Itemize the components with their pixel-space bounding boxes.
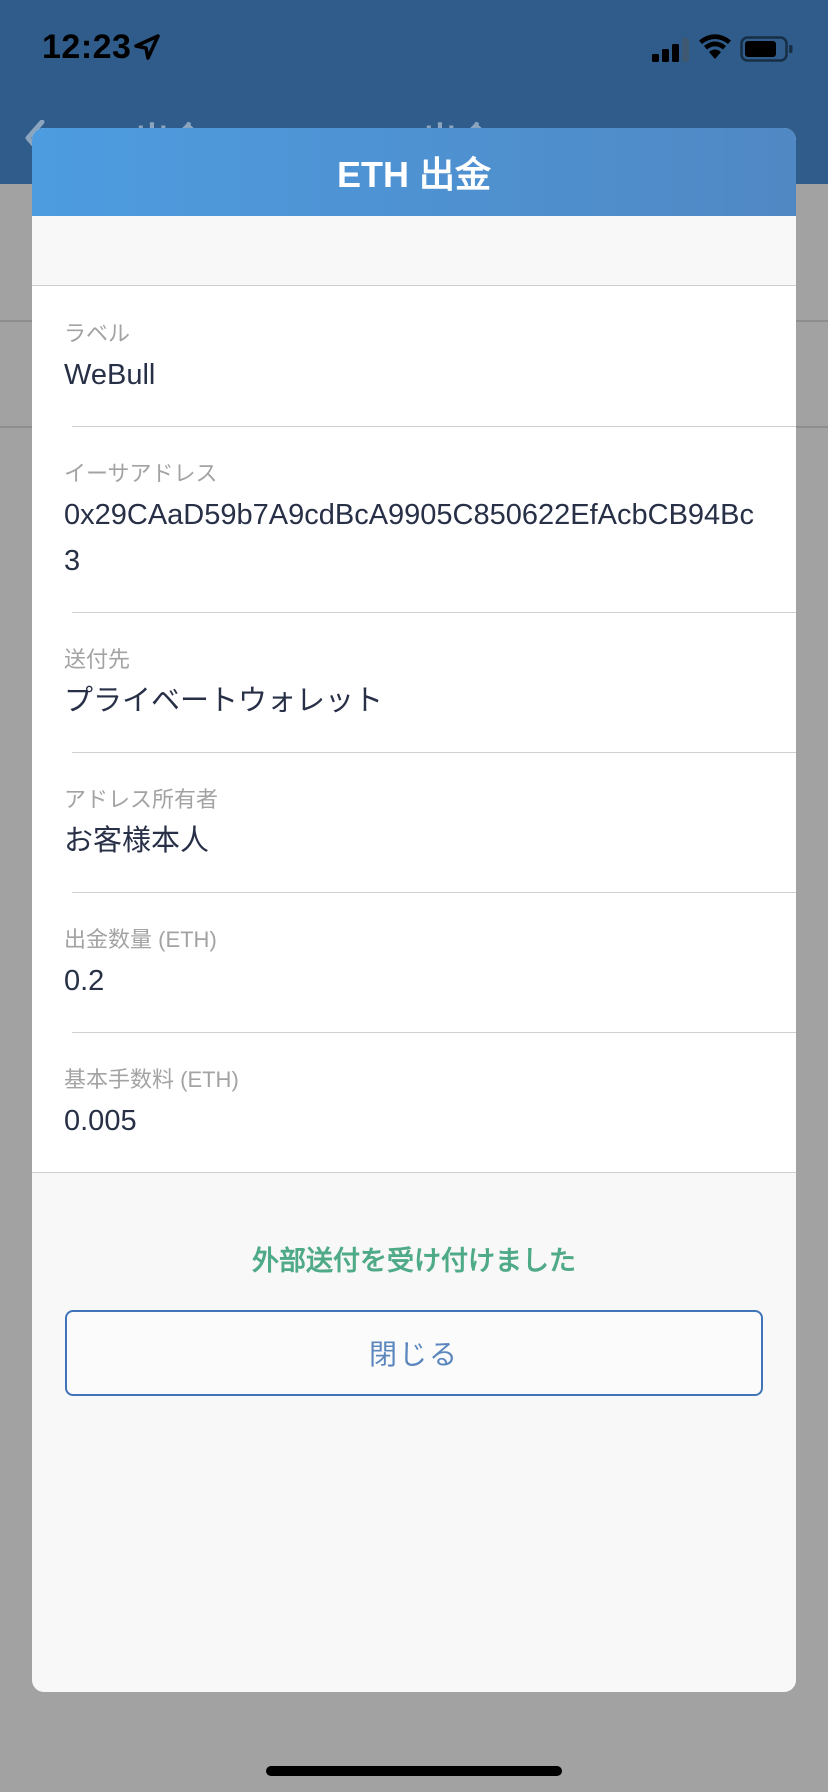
detail-row-eth-address: イーサアドレス 0x29CAaD59b7A9cdBcA9905C850622Ef… <box>32 426 796 612</box>
location-arrow-icon <box>134 34 160 60</box>
detail-label: ラベル <box>64 321 131 346</box>
screen: ETH 出金 ETH 出金 12:23 <box>0 0 828 1792</box>
detail-list: ラベル WeBull イーサアドレス 0x29CAaD59b7A9cdBcA99… <box>32 286 796 1173</box>
withdrawal-modal: ETH 出金 ラベル WeBull イーサアドレス 0x29CAaD59b7A9… <box>32 128 796 1692</box>
success-message: 外部送付を受け付けました <box>252 1246 576 1276</box>
detail-row-destination: 送付先 プライベートウォレット <box>32 612 796 752</box>
detail-value: WeBull <box>64 359 156 391</box>
detail-label: 基本手数料 (ETH) <box>64 1067 239 1092</box>
detail-label: 送付先 <box>64 647 131 672</box>
detail-row-base-fee: 基本手数料 (ETH) 0.005 <box>32 1032 796 1172</box>
battery-icon <box>740 36 793 62</box>
home-indicator[interactable] <box>266 1766 562 1776</box>
detail-row-label: ラベル WeBull <box>32 286 796 426</box>
detail-value: お客様本人 <box>64 825 210 857</box>
close-button[interactable]: 閉じる <box>65 1310 763 1396</box>
modal-title: ETH 出金 <box>336 154 491 195</box>
detail-value: プライベートウォレット <box>64 685 384 717</box>
modal-header: ETH 出金 <box>32 128 796 216</box>
cellular-signal-icon <box>652 38 689 62</box>
detail-row-address-owner: アドレス所有者 お客様本人 <box>32 752 796 892</box>
detail-value: 0x29CAaD59b7A9cdBcA9905C850622EfAcbCB94B… <box>64 499 755 577</box>
detail-value: 0.2 <box>64 965 105 997</box>
detail-label: イーサアドレス <box>64 461 218 486</box>
status-time: 12:23 <box>42 28 132 66</box>
wifi-icon <box>699 34 731 59</box>
status-bar: 12:23 <box>0 0 828 100</box>
detail-row-withdraw-amount: 出金数量 (ETH) 0.2 <box>32 892 796 1032</box>
detail-value: 0.005 <box>64 1105 137 1137</box>
detail-label: アドレス所有者 <box>64 787 219 812</box>
detail-label: 出金数量 (ETH) <box>64 927 217 952</box>
modal-spacer <box>32 216 796 286</box>
